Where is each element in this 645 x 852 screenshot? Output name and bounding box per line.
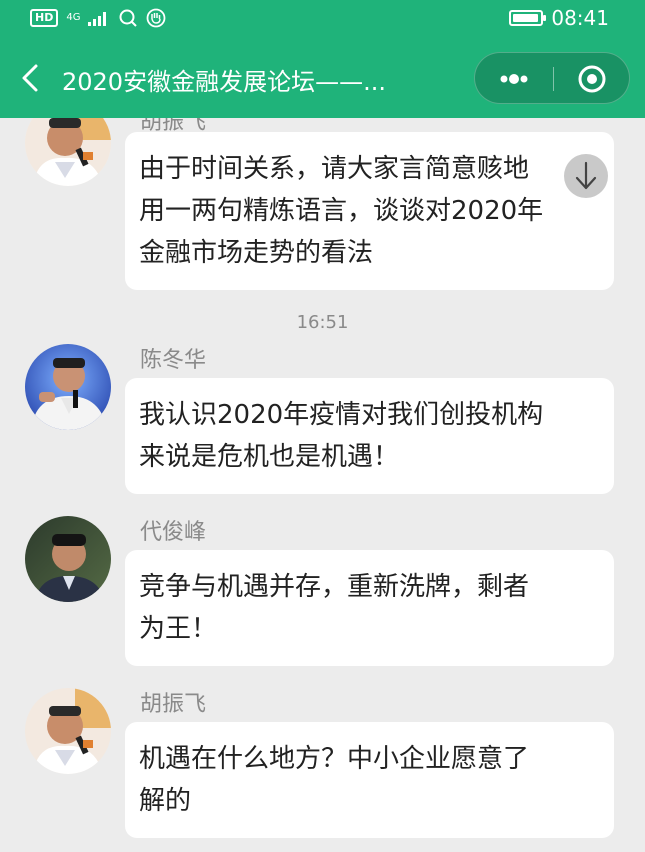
status-right-group: 08:41: [509, 6, 609, 30]
scroll-down-button[interactable]: [564, 154, 608, 198]
message-bubble[interactable]: 我认识2020年疫情对我们创投机构 来说是危机也是机遇！: [125, 378, 614, 494]
chat-notification-icon: [119, 9, 138, 27]
arrow-down-icon: [575, 161, 597, 190]
close-target-icon: [578, 65, 606, 93]
status-time: 08:41: [551, 6, 609, 30]
page-title: 2020安徽金融发展论坛——...: [62, 68, 386, 96]
more-button[interactable]: [475, 53, 553, 105]
message-line: 解的: [139, 786, 192, 816]
hd-badge: HD: [30, 9, 59, 27]
avatar-photo-icon: [25, 688, 111, 774]
sender-name: 代俊峰: [140, 520, 207, 545]
avatar[interactable]: [25, 516, 111, 602]
avatar-photo-icon: [25, 516, 111, 602]
avatar[interactable]: [25, 688, 111, 774]
message-line: 我认识2020年疫情对我们创投机构: [139, 400, 544, 430]
status-left-group: HD 4G: [30, 8, 166, 28]
network-type-label: 4G: [66, 12, 81, 23]
avatar[interactable]: [25, 344, 111, 430]
battery-icon: [509, 10, 547, 26]
chat-area[interactable]: 胡振飞 由于时间关系，请大家言简意赅地 用一两句精炼语言，谈谈对2020年 金融…: [0, 118, 645, 852]
message-line: 机遇在什么地方？中小企业愿意了: [139, 744, 530, 774]
avatar-photo-icon: [25, 344, 111, 430]
message-bubble[interactable]: 机遇在什么地方？中小企业愿意了 解的: [125, 722, 614, 838]
message-bubble[interactable]: 竞争与机遇并存，重新洗牌，剩者 为王！: [125, 550, 614, 666]
back-arrow-icon: [22, 64, 38, 92]
message-line: 来说是危机也是机遇！: [139, 442, 400, 472]
title-bar: 2020安徽金融发展论坛——...: [0, 38, 645, 118]
battery-fill: [513, 14, 539, 22]
signal-icon: [88, 12, 107, 26]
message-line: 由于时间关系，请大家言简意赅地: [139, 154, 530, 184]
close-button[interactable]: [554, 53, 631, 105]
back-button[interactable]: [14, 60, 48, 96]
message-line: 竞争与机遇并存，重新洗牌，剩者: [139, 572, 530, 602]
status-bar: HD 4G 08:41: [0, 0, 645, 38]
sender-name: 陈冬华: [140, 348, 207, 373]
more-dots-icon: [500, 74, 528, 84]
avatar[interactable]: [25, 118, 111, 186]
message-line: 用一两句精炼语言，谈谈对2020年: [139, 196, 544, 226]
message-line: 金融市场走势的看法: [139, 238, 374, 268]
message-bubble[interactable]: 由于时间关系，请大家言简意赅地 用一两句精炼语言，谈谈对2020年 金融市场走势…: [125, 132, 614, 290]
message-line: 为王！: [139, 614, 218, 644]
hand-icon: [147, 8, 166, 28]
sender-name: 胡振飞: [140, 692, 207, 717]
avatar-photo-icon: [25, 118, 111, 186]
message-timestamp: 16:51: [296, 312, 349, 333]
mini-program-capsule: [474, 52, 630, 104]
